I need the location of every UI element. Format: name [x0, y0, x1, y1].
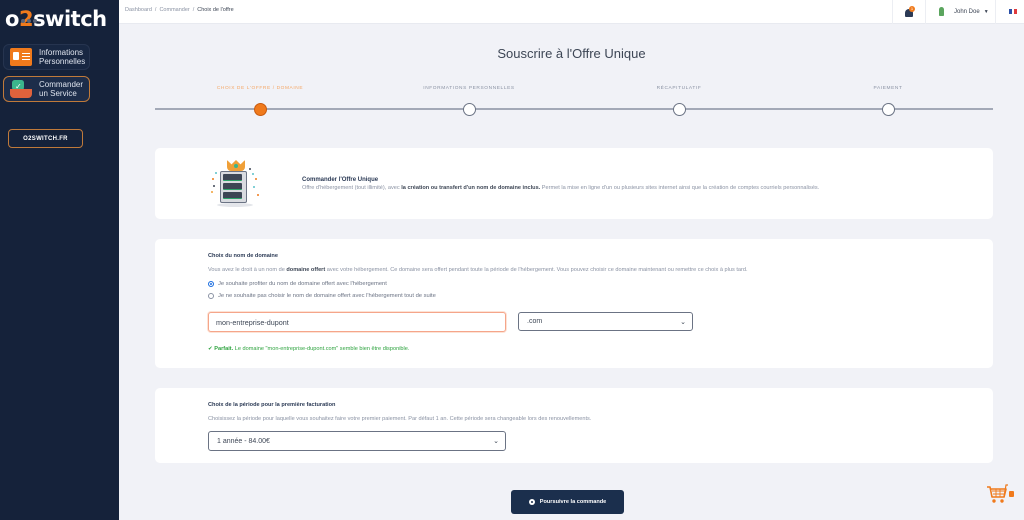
check-icon: ✔ — [208, 346, 213, 352]
server-icon — [220, 171, 247, 203]
domain-name-input[interactable] — [208, 312, 506, 332]
step-dot — [881, 103, 895, 116]
shopping-basket-icon: ✓ — [10, 80, 32, 98]
o2switch-site-link[interactable]: O2SWITCH.FR — [8, 129, 83, 148]
radio-label: Je souhaite profiter du nom de domaine o… — [218, 281, 387, 287]
billing-section-title: Choix de la période pour la première fac… — [208, 402, 336, 408]
server-crown-illustration — [207, 158, 262, 208]
domain-availability-message: ✔ Parfait. Le domaine "mon-entreprise-du… — [208, 346, 410, 352]
chevron-down-icon: ⌄ — [493, 438, 499, 445]
continue-order-button[interactable]: Poursuivre la commande — [511, 490, 624, 514]
step-dot — [462, 103, 476, 116]
step-recapitulatif: RÉCAPITULATIF — [579, 86, 779, 116]
chevron-down-icon: ⌄ — [680, 319, 686, 326]
billing-section-description: Choisissez la période pour laquelle vous… — [208, 416, 592, 422]
select-value: 1 année - 84.00€ — [217, 437, 270, 445]
radio-domain-now[interactable]: Je souhaite profiter du nom de domaine o… — [208, 281, 387, 287]
cart-count-badge — [1009, 491, 1014, 497]
step-dot — [672, 103, 686, 116]
user-name: John Doe — [954, 8, 980, 15]
radio-label: Je ne souhaite pas choisir le nom de dom… — [218, 293, 436, 299]
logo-text-switch: switch — [33, 7, 107, 31]
server-shadow — [217, 203, 253, 207]
domain-section-title: Choix du nom de domaine — [208, 253, 278, 259]
topbar: Dashboard / Commander / Choix de l'offre 1 J… — [119, 0, 1024, 24]
confetti — [252, 173, 254, 175]
billing-period-card: Choix de la période pour la première fac… — [155, 388, 993, 463]
step-informations-personnelles: INFORMATIONS PERSONNELLES — [369, 86, 569, 116]
radio-button-checked[interactable] — [208, 281, 214, 287]
sidebar-item-label: Informations Personnelles — [39, 48, 86, 66]
crown-gem — [234, 164, 238, 168]
topbar-divider — [995, 0, 996, 24]
button-label: Poursuivre la commande — [539, 499, 607, 505]
step-choix-offre: CHOIX DE L'OFFRE / DOMAINE — [160, 86, 360, 116]
confetti — [255, 178, 257, 180]
radio-button[interactable] — [208, 293, 214, 299]
circle-dot-icon — [528, 499, 535, 505]
breadcrumb: Dashboard / Commander / Choix de l'offre — [125, 7, 234, 13]
sidebar-item-informations-personnelles[interactable]: Informations Personnelles — [3, 44, 90, 70]
confetti — [215, 172, 217, 174]
confetti — [257, 194, 259, 196]
step-dot-active — [253, 103, 267, 116]
billing-period-select[interactable]: 1 année - 84.00€ ⌄ — [208, 431, 506, 451]
sidebar-item-commander-un-service[interactable]: ✓ Commander un Service — [3, 76, 90, 102]
domain-section-description: Vous avez le droit à un nom de domaine o… — [208, 267, 748, 273]
offer-title: Commander l'Offre Unique — [302, 177, 379, 183]
notifications-button[interactable]: 1 — [905, 6, 915, 17]
step-label: CHOIX DE L'OFFRE / DOMAINE — [216, 86, 304, 91]
step-label: PAIEMENT — [873, 86, 903, 91]
id-card-icon — [10, 48, 32, 66]
domain-card: Choix du nom de domaine Vous avez le dro… — [155, 239, 993, 368]
fr-flag-icon[interactable] — [1009, 9, 1018, 14]
caret-down-icon: ▼ — [983, 8, 989, 15]
offer-card: Commander l'Offre Unique Offre d'héberge… — [155, 148, 993, 219]
breadcrumb-separator: / — [192, 7, 195, 13]
page-title: Souscrire à l'Offre Unique — [497, 46, 646, 61]
confetti — [212, 178, 214, 180]
breadcrumb-dashboard[interactable]: Dashboard — [125, 7, 152, 13]
step-label: RÉCAPITULATIF — [656, 86, 702, 91]
select-value: .com — [527, 318, 543, 325]
notification-count-badge: 1 — [909, 6, 915, 12]
logo-text-o: o — [5, 7, 19, 31]
avatar — [939, 7, 944, 16]
o2switch-logo[interactable]: o2switch — [5, 7, 107, 31]
topbar-divider — [892, 0, 893, 24]
confetti — [249, 168, 251, 170]
breadcrumb-current: Choix de l'offre — [197, 7, 234, 13]
shopping-cart-icon[interactable] — [986, 484, 1008, 504]
step-label: INFORMATIONS PERSONNELLES — [423, 86, 515, 91]
breadcrumb-commander[interactable]: Commander — [159, 7, 189, 13]
sidebar-item-label: Commander un Service — [39, 80, 84, 98]
logo-dots-icon — [21, 4, 43, 23]
user-menu[interactable]: John Doe ▼ — [939, 7, 989, 16]
breadcrumb-separator: / — [154, 7, 157, 13]
domain-extension-select[interactable]: .com ⌄ — [518, 312, 693, 331]
confetti — [253, 186, 255, 188]
offer-description: Offre d'hébergement (tout illimité), ave… — [302, 185, 820, 191]
topbar-divider — [925, 0, 926, 24]
sidebar: o2switch Informations Personnelles ✓ Comm… — [0, 0, 119, 520]
confetti — [211, 191, 213, 193]
order-stepper: CHOIX DE L'OFFRE / DOMAINE INFORMATIONS … — [155, 86, 993, 120]
step-paiement: PAIEMENT — [788, 86, 988, 116]
radio-domain-later[interactable]: Je ne souhaite pas choisir le nom de dom… — [208, 293, 436, 299]
confetti — [213, 185, 215, 187]
